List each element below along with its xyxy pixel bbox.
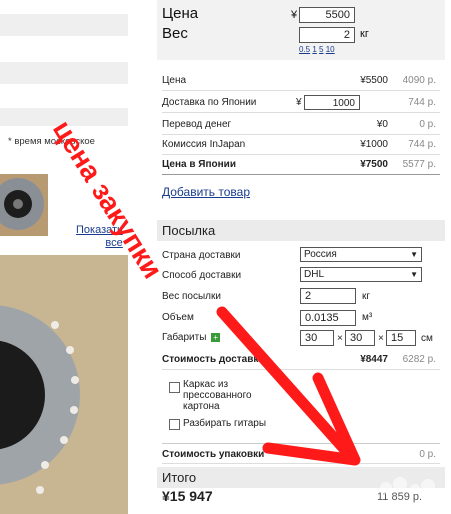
timezone-note: * время московское (8, 136, 95, 147)
dims-unit: см (421, 333, 433, 344)
product-thumbnail[interactable] (0, 174, 48, 236)
country-select[interactable]: Россия ▼ (300, 247, 422, 262)
left-strip (0, 14, 128, 36)
weight-preset[interactable]: 1 (312, 45, 316, 54)
price-input[interactable]: 5500 (299, 7, 355, 23)
volume-label: Объем (162, 312, 194, 323)
volume-unit: м³ (362, 312, 373, 323)
domestic-shipping-input[interactable]: 1000 (304, 95, 360, 110)
dim-height-input[interactable]: 15 (386, 330, 416, 346)
guitar-label: Разбирать гитары (183, 418, 267, 429)
yen-symbol: ¥ (291, 9, 298, 21)
country-label: Страна доставки (162, 250, 241, 261)
cost-row: Комиссия InJapan ¥1000 744 р. (162, 134, 440, 155)
product-photo (0, 255, 128, 514)
cost-row: Перевод денег ¥0 0 р. (162, 114, 440, 135)
add-item-link[interactable]: Добавить товар (162, 185, 250, 199)
weight-label: Вес (162, 25, 188, 42)
parcel-weight-input[interactable]: 2 (300, 288, 356, 304)
parcel-weight-label: Вес посылки (162, 291, 221, 302)
dims-x: × (378, 333, 384, 344)
cardboard-label: Каркас из прессованного картона (183, 379, 252, 412)
calculator-panel: Цена ¥ 5500 Вес 2 кг 0.5 1 5 10 Цена ¥55… (157, 0, 451, 514)
weight-input[interactable]: 2 (299, 27, 355, 43)
total-yen: ¥15 947 (162, 488, 213, 504)
show-all-link[interactable]: Показать все (76, 224, 123, 250)
left-column: * время московское Показать все (0, 0, 140, 514)
volume-input[interactable]: 0.0135 (300, 310, 356, 326)
guitar-checkbox[interactable] (169, 419, 180, 430)
dim-length-input[interactable]: 30 (300, 330, 334, 346)
method-label: Способ доставки (162, 270, 242, 281)
dims-label: Габариты + (162, 332, 221, 343)
weight-preset[interactable]: 10 (326, 45, 335, 54)
chevron-down-icon: ▼ (410, 270, 418, 279)
dims-x: × (337, 333, 343, 344)
weight-preset[interactable]: 5 (319, 45, 323, 54)
plus-icon[interactable]: + (211, 333, 221, 342)
shipping-cost-row: Стоимость доставки ¥8447 6282 р. (162, 349, 440, 370)
weight-unit: кг (360, 28, 369, 40)
weight-preset[interactable]: 0.5 (299, 45, 310, 54)
method-select[interactable]: DHL ▼ (300, 267, 422, 282)
cost-row: Доставка по Японии ¥ 1000 744 р. (162, 92, 440, 113)
total-rub: 11 859 р. (377, 491, 423, 503)
total-header: Итого (157, 467, 445, 488)
cost-row: Цена ¥5500 4090 р. (162, 70, 440, 91)
parcel-weight-unit: кг (362, 291, 371, 302)
price-label: Цена (162, 5, 199, 22)
left-strip (0, 108, 128, 126)
parcel-header: Посылка (157, 220, 445, 241)
chevron-down-icon: ▼ (410, 250, 418, 259)
cost-row-total: Цена в Японии ¥7500 5577 р. (162, 154, 440, 175)
cardboard-checkbox[interactable] (169, 382, 180, 393)
packing-cost-row: Стоимость упаковки 0 р. (162, 443, 440, 464)
left-strip (0, 62, 128, 84)
weight-presets: 0.5 1 5 10 (299, 45, 335, 54)
dim-width-input[interactable]: 30 (345, 330, 375, 346)
